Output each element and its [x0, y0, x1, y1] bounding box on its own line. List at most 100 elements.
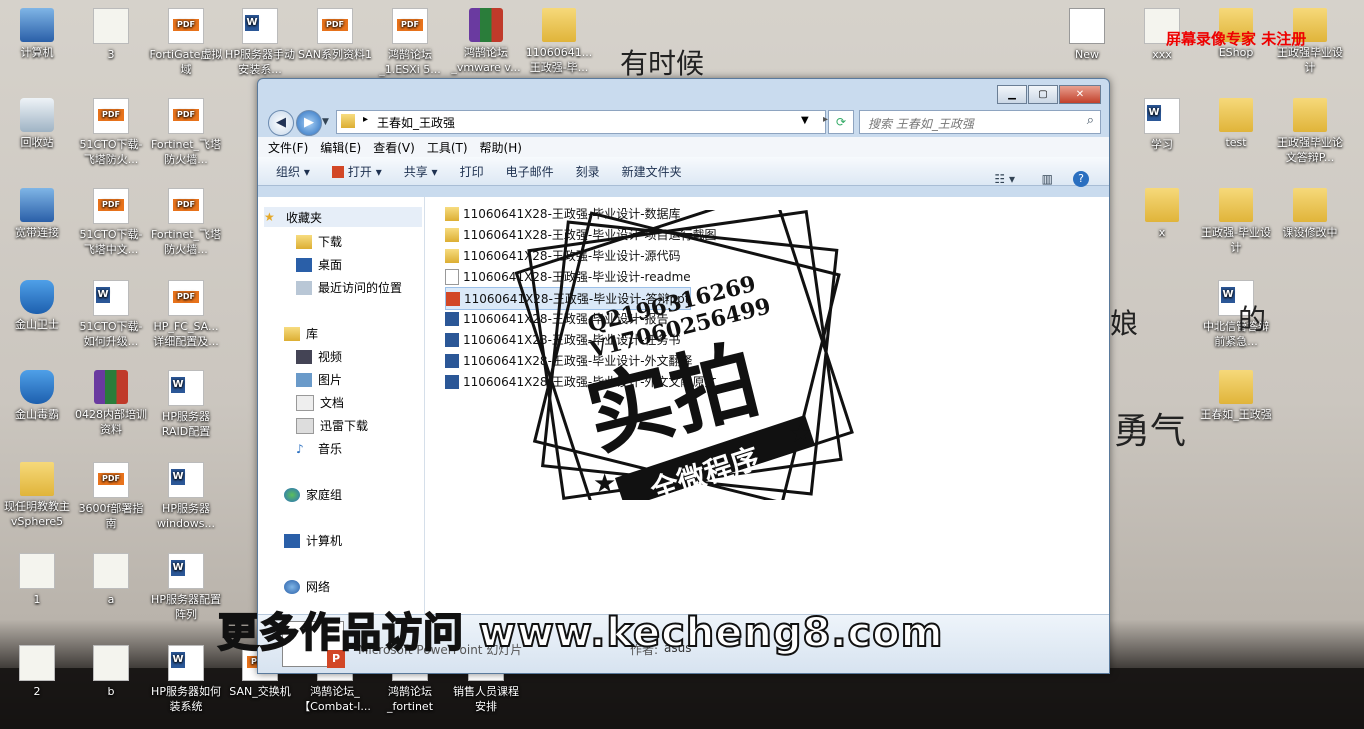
menu-view[interactable]: 查看(V) — [373, 139, 415, 156]
desktop-icon-left-1[interactable]: 3 — [74, 8, 148, 62]
share-button[interactable]: 共享 ▾ — [404, 163, 438, 180]
nav-music[interactable]: ♪ 音乐 — [296, 440, 342, 457]
desktop-icon-right-7[interactable]: x — [1125, 188, 1199, 240]
desktop-icon-right-6[interactable]: 王政强毕业论文答辩P... — [1273, 98, 1347, 165]
desktop-icon-left-19[interactable]: HP服务器RAID配置 — [149, 370, 223, 439]
nav-thunder-downloads[interactable]: 迅雷下载 — [296, 417, 368, 434]
desktop-icon-left-2[interactable]: FortiGate虚拟域 — [149, 8, 223, 77]
homegroup-icon — [284, 487, 300, 502]
shield-icon — [20, 280, 54, 314]
desktop-icon-label: 2 — [33, 685, 41, 698]
nav-recent-places[interactable]: 最近访问的位置 — [296, 279, 402, 296]
pdf-icon — [93, 188, 129, 224]
desktop-icon-left-12[interactable]: 51CTO下载-飞塔中文... — [74, 188, 148, 257]
nav-pictures[interactable]: 图片 — [296, 371, 342, 388]
desktop-icon-left-0[interactable]: 计算机 — [0, 8, 74, 60]
nav-homegroup[interactable]: 家庭组 — [284, 486, 342, 503]
desktop-icon-label: 学习 — [1151, 138, 1173, 151]
back-button[interactable]: ◀ — [268, 110, 294, 136]
desktop-icon-right-4[interactable]: 学习 — [1125, 98, 1199, 152]
desktop-icon-left-16[interactable]: HP_FC_SA...详细配置及... — [149, 280, 223, 349]
desktop-icon-right-8[interactable]: 王政强-毕业设计 — [1199, 188, 1273, 255]
burn-button[interactable]: 刻录 — [576, 163, 600, 180]
pdf-icon — [168, 98, 204, 134]
desktop-icon-left-9[interactable]: 51CTO下载-飞塔防火... — [74, 98, 148, 167]
print-button[interactable]: 打印 — [460, 163, 484, 180]
folder-file-icon — [445, 227, 459, 242]
search-icon[interactable]: ⌕ — [1087, 113, 1094, 128]
desktop-icon-left-4[interactable]: SAN系列资料1 — [298, 8, 372, 62]
address-bar[interactable]: ▸ 王春如_王政强 ▼ ▸ — [336, 110, 828, 134]
music-icon: ♪ — [296, 441, 304, 456]
open-button[interactable]: 打开 ▾ — [331, 163, 382, 180]
organize-button[interactable]: 组织 ▾ — [276, 163, 310, 180]
nav-documents[interactable]: 文档 — [296, 394, 344, 411]
menu-tools[interactable]: 工具(T) — [427, 139, 468, 156]
desktop-icon-left-20[interactable]: 现任明教教主 vSphere5 — [0, 462, 74, 529]
desktop-icon-left-26[interactable]: 2 — [0, 645, 74, 699]
desktop-icon-label: 金山毒霸 — [15, 408, 59, 421]
maximize-button[interactable]: ▢ — [1028, 85, 1058, 104]
desktop-icon-right-5[interactable]: test — [1199, 98, 1273, 150]
desktop-icon-right-11[interactable]: 王春如_王政强 — [1199, 370, 1273, 422]
menu-edit[interactable]: 编辑(E) — [320, 139, 361, 156]
desktop-icon-left-21[interactable]: 3600f部署指南 — [74, 462, 148, 531]
search-input[interactable]: 搜索 王春如_王政强 ⌕ — [859, 110, 1101, 134]
close-button[interactable]: ✕ — [1059, 85, 1101, 104]
desktop-icon-left-3[interactable]: HP服务器手动安装系... — [223, 8, 297, 77]
desktop-icon-left-5[interactable]: 鸿鹄论坛_1.ESXi 5... — [373, 8, 447, 77]
desktop-icon-left-18[interactable]: 0428内部培训资料 — [74, 370, 148, 437]
nav-favorites[interactable]: ★ 收藏夹 — [264, 207, 422, 227]
text-file-icon — [19, 645, 55, 681]
folder-icon — [1219, 370, 1253, 404]
desktop-icon-left-11[interactable]: 宽带连接 — [0, 188, 74, 240]
desktop-icon-left-8[interactable]: 回收站 — [0, 98, 74, 150]
nav-desktop[interactable]: 桌面 — [296, 256, 342, 273]
address-dropdown-icon[interactable]: ▼ — [801, 115, 809, 126]
word-icon — [168, 645, 204, 681]
stamp-watermark: Q2196316269 V17060256499 实拍 全微程序 ★ ★ — [515, 210, 854, 500]
refresh-button[interactable]: ⟳ — [828, 110, 854, 134]
desktop-icon-left-23[interactable]: 1 — [0, 553, 74, 607]
desktop-icon-left-27[interactable]: b — [74, 645, 148, 699]
overlay-text-4: 勇气 — [1114, 411, 1187, 452]
desktop-icon-label: 鸿鹄论坛_vmware v... — [451, 46, 521, 74]
desktop-icon-left-24[interactable]: a — [74, 553, 148, 607]
overlay-text-1: 有时候 — [620, 47, 705, 80]
desktop-icon-left-10[interactable]: Fortinet_飞塔防火墙... — [149, 98, 223, 167]
desktop-icon-label: test — [1225, 136, 1247, 149]
recent-pages-chevron-icon[interactable]: ▼ — [322, 117, 329, 127]
desktop-icon-left-6[interactable]: 鸿鹄论坛_vmware v... — [449, 8, 523, 75]
minimize-button[interactable]: ▁ — [997, 85, 1027, 104]
breadcrumb-chevron-icon: ▸ — [363, 114, 369, 125]
star-icon-right: ★ — [789, 419, 812, 449]
desktop-icon-left-7[interactable]: 11060641...王政强-毕... — [522, 8, 596, 75]
desktop-icon-left-13[interactable]: Fortinet_飞塔防火墙... — [149, 188, 223, 257]
nav-computer[interactable]: 计算机 — [284, 532, 342, 549]
nav-downloads[interactable]: 下载 — [296, 233, 342, 250]
menu-help[interactable]: 帮助(H) — [480, 139, 522, 156]
folder-icon — [1293, 188, 1327, 222]
nav-libraries[interactable]: 库 — [284, 325, 318, 342]
help-icon[interactable]: ? — [1073, 171, 1089, 187]
nav-videos[interactable]: 视频 — [296, 348, 342, 365]
preview-pane-icon[interactable]: ▥ — [1042, 172, 1053, 186]
desktop-icon-left-25[interactable]: HP服务器配置阵列 — [149, 553, 223, 622]
text-file-icon — [19, 553, 55, 589]
desktop-icon-label: 1 — [33, 593, 41, 606]
desktop-icon-left-17[interactable]: 金山毒霸 — [0, 370, 74, 422]
menu-file[interactable]: 文件(F) — [268, 139, 308, 156]
recorder-watermark: 屏幕录像专家 未注册 — [1166, 30, 1307, 48]
email-button[interactable]: 电子邮件 — [506, 163, 554, 180]
view-options-icon[interactable]: ☷ ▾ — [994, 172, 1015, 186]
title-bar[interactable]: ▁ ▢ ✕ — [258, 79, 1109, 107]
desktop-icon-right-0[interactable]: New — [1050, 8, 1124, 62]
desktop-icon-left-22[interactable]: HP服务器windows... — [149, 462, 223, 531]
desktop-icon-right-9[interactable]: 课设修改中 — [1273, 188, 1347, 240]
desktop-icon-left-28[interactable]: HP服务器如何装系统 — [149, 645, 223, 714]
new-folder-button[interactable]: 新建文件夹 — [622, 163, 682, 180]
nav-network[interactable]: 网络 — [284, 578, 330, 595]
forward-button[interactable]: ▶ — [296, 110, 322, 136]
desktop-icon-left-14[interactable]: 金山卫士 — [0, 280, 74, 332]
desktop-icon-left-15[interactable]: 51CTO下载-如何升级... — [74, 280, 148, 349]
